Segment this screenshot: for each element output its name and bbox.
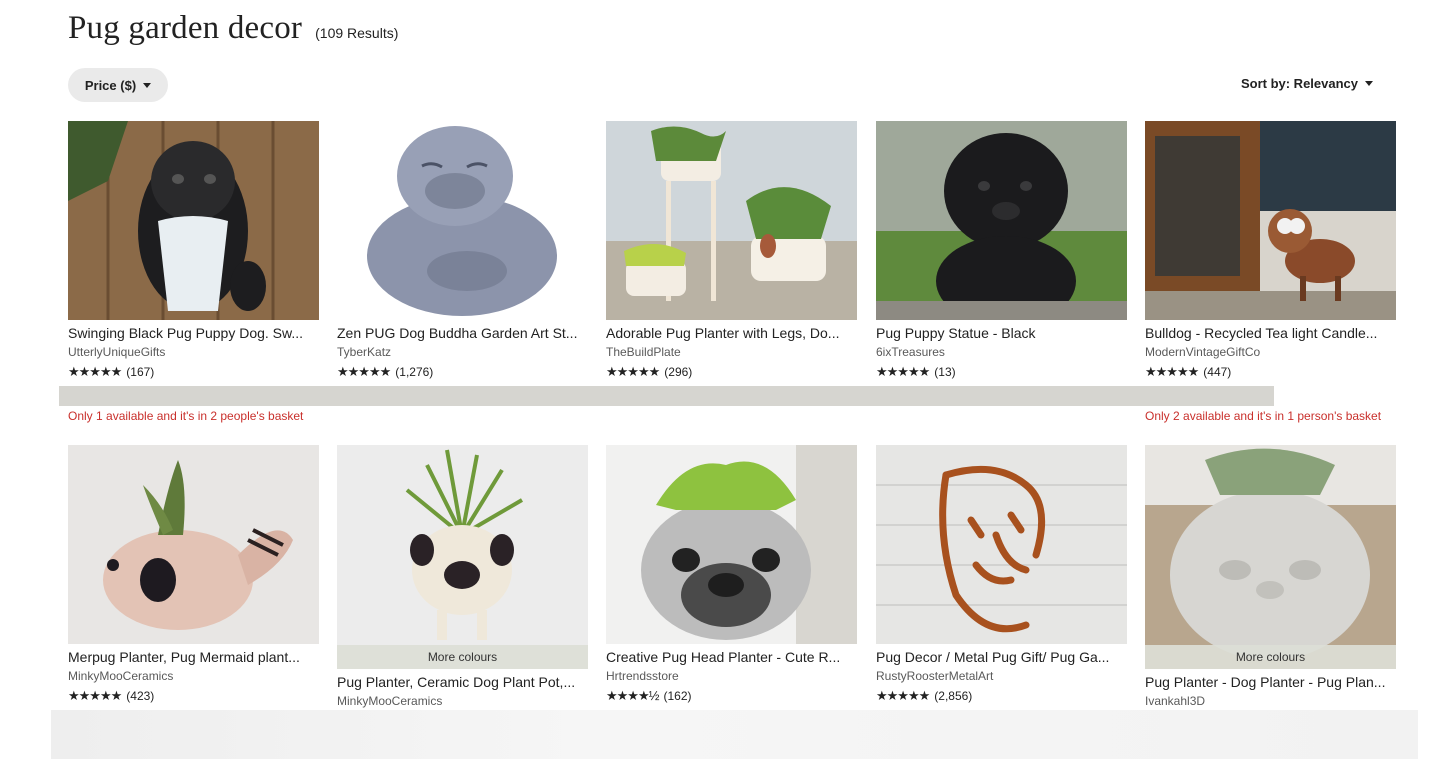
review-count: (2,856): [934, 689, 973, 703]
listing-title[interactable]: Adorable Pug Planter with Legs, Do...: [606, 325, 857, 341]
sort-label: Sort by: Relevancy: [1240, 76, 1358, 91]
review-count: (296): [664, 365, 693, 379]
caret-down-icon: [143, 82, 152, 88]
listing-image[interactable]: [606, 121, 857, 320]
listing-title[interactable]: Creative Pug Head Planter - Cute R...: [606, 649, 857, 665]
shop-name[interactable]: Ivankahl3D: [1145, 694, 1396, 708]
listing-card[interactable]: Creative Pug Head Planter - Cute R... Hr…: [606, 445, 857, 704]
price-filter-button[interactable]: Price ($): [68, 68, 168, 102]
listing-image[interactable]: More colours: [1145, 445, 1396, 669]
listing-title[interactable]: Bulldog - Recycled Tea light Candle...: [1145, 325, 1396, 341]
review-count: (1,276): [395, 365, 434, 379]
more-colours-tag: More colours: [337, 645, 588, 669]
price-filter-label: Price ($): [84, 77, 137, 93]
listing-image[interactable]: [68, 445, 319, 644]
star-rating-icon: ★★★★★: [337, 364, 391, 379]
shop-name[interactable]: MinkyMooCeramics: [337, 694, 588, 708]
star-rating-icon: ★★★★★: [876, 364, 930, 379]
sort-dropdown[interactable]: Sort by: Relevancy: [1241, 76, 1373, 91]
review-count: (162): [663, 689, 692, 703]
shop-name[interactable]: ModernVintageGiftCo: [1145, 345, 1396, 359]
listing-title[interactable]: Pug Planter, Ceramic Dog Plant Pot,...: [337, 674, 588, 690]
more-colours-tag: More colours: [1145, 645, 1396, 669]
rating: ★★★★★ (423): [68, 688, 319, 704]
listing-image[interactable]: [876, 121, 1127, 320]
rating: ★★★★★ (447): [1145, 364, 1396, 380]
listing-title[interactable]: Pug Decor / Metal Pug Gift/ Pug Ga...: [876, 649, 1127, 665]
listing-title[interactable]: Pug Puppy Statue - Black: [876, 325, 1127, 341]
shop-name[interactable]: 6ixTreasures: [876, 345, 1127, 359]
star-rating-icon: ★★★★½: [606, 688, 659, 703]
review-count: (423): [126, 689, 155, 703]
star-rating-icon: ★★★★★: [1145, 364, 1199, 379]
shop-name[interactable]: MinkyMooCeramics: [68, 669, 319, 683]
rating: ★★★★★ (13): [876, 364, 1127, 380]
listing-card[interactable]: Zen PUG Dog Buddha Garden Art St... Tybe…: [337, 121, 588, 380]
rating: ★★★★★ (296): [606, 364, 857, 380]
review-count: (167): [126, 365, 155, 379]
listing-card[interactable]: Bulldog - Recycled Tea light Candle... M…: [1145, 121, 1396, 380]
shop-name[interactable]: TyberKatz: [337, 345, 588, 359]
shop-name[interactable]: UtterlyUniqueGifts: [68, 345, 319, 359]
stock-notice: Only 2 available and it's in 1 person's …: [1145, 409, 1382, 423]
shop-name[interactable]: RustyRoosterMetalArt: [876, 669, 1127, 683]
listing-card[interactable]: Merpug Planter, Pug Mermaid plant... Min…: [68, 445, 319, 704]
review-count: (13): [934, 365, 956, 379]
listing-image[interactable]: More colours: [337, 445, 588, 669]
shop-name[interactable]: TheBuildPlate: [606, 345, 857, 359]
star-rating-icon: ★★★★★: [606, 364, 660, 379]
rating: ★★★★½ (162): [606, 688, 857, 704]
page-header: Pug garden decor (109 Results): [68, 10, 398, 47]
listing-image[interactable]: [1145, 121, 1396, 320]
star-rating-icon: ★★★★★: [68, 364, 122, 379]
rating: ★★★★★ (167): [68, 364, 319, 380]
listing-card[interactable]: Pug Puppy Statue - Black 6ixTreasures ★★…: [876, 121, 1127, 380]
stock-notice: Only 1 available and it's in 2 people's …: [68, 409, 304, 423]
listing-card[interactable]: More colours Pug Planter, Ceramic Dog Pl…: [337, 445, 588, 708]
loading-placeholder-bar: [59, 386, 1274, 406]
shop-name[interactable]: Hrtrendsstore: [606, 669, 857, 683]
loading-overlay: [51, 710, 1418, 759]
results-count: (109 Results): [315, 25, 399, 41]
rating: ★★★★★ (2,856): [876, 688, 1127, 704]
listing-card[interactable]: Swinging Black Pug Puppy Dog. Sw... Utte…: [68, 121, 319, 380]
listing-image[interactable]: [606, 445, 857, 644]
listing-title[interactable]: Merpug Planter, Pug Mermaid plant...: [68, 649, 319, 665]
listing-card[interactable]: More colours Pug Planter - Dog Planter -…: [1145, 445, 1396, 708]
star-rating-icon: ★★★★★: [876, 688, 930, 703]
listing-image[interactable]: [68, 121, 319, 320]
listing-image[interactable]: [337, 121, 588, 320]
rating: ★★★★★ (1,276): [337, 364, 588, 380]
star-rating-icon: ★★★★★: [68, 688, 122, 703]
review-count: (447): [1203, 365, 1232, 379]
listing-title[interactable]: Zen PUG Dog Buddha Garden Art St...: [337, 325, 588, 341]
listing-title[interactable]: Pug Planter - Dog Planter - Pug Plan...: [1145, 674, 1396, 690]
page-title: Pug garden decor: [68, 10, 303, 46]
listing-card[interactable]: Adorable Pug Planter with Legs, Do... Th…: [606, 121, 857, 380]
caret-down-icon: [1365, 81, 1373, 86]
listing-card[interactable]: Pug Decor / Metal Pug Gift/ Pug Ga... Ru…: [876, 445, 1127, 704]
listing-image[interactable]: [876, 445, 1127, 644]
listing-title[interactable]: Swinging Black Pug Puppy Dog. Sw...: [68, 325, 319, 341]
